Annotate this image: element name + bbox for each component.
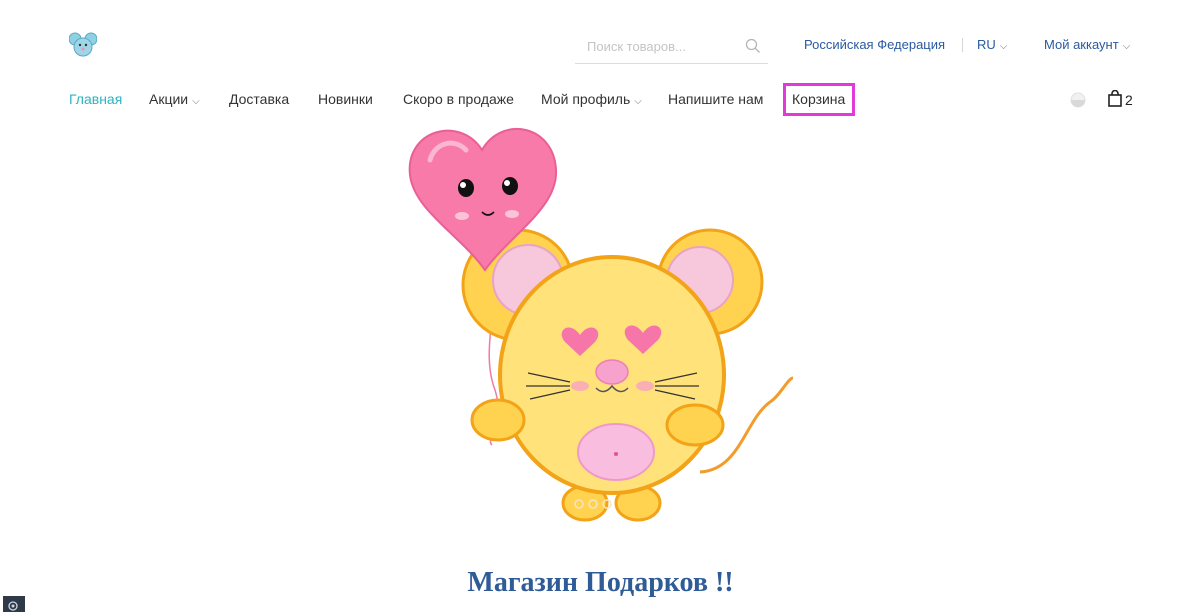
nav-item-coming-soon[interactable]: Скоро в продаже bbox=[403, 91, 514, 107]
divider bbox=[962, 38, 963, 52]
theme-toggle-icon[interactable] bbox=[1070, 92, 1086, 108]
country-label: Российская Федерация bbox=[804, 37, 946, 52]
search-input[interactable] bbox=[587, 36, 737, 56]
nav-item-label: Новинки bbox=[318, 91, 373, 107]
account-label: Мой аккаунт bbox=[1044, 37, 1119, 52]
search-icon[interactable] bbox=[745, 38, 761, 54]
page-title: Магазин Подарков !! bbox=[467, 567, 734, 598]
nav-item-home[interactable]: Главная bbox=[69, 91, 122, 107]
nav-item-label: Корзина bbox=[792, 91, 846, 107]
language-selector[interactable]: RU ⌵ bbox=[977, 37, 1007, 52]
nav-item-new[interactable]: Новинки bbox=[318, 91, 373, 107]
account-menu[interactable]: Мой аккаунт ⌵ bbox=[1044, 37, 1130, 52]
language-label: RU bbox=[977, 37, 996, 52]
chevron-down-icon: ⌵ bbox=[634, 96, 642, 107]
country-selector[interactable]: Российская Федерация bbox=[804, 37, 945, 52]
logo-mouse-icon[interactable] bbox=[69, 31, 97, 59]
slider-dots[interactable] bbox=[573, 498, 633, 510]
nav-item-profile[interactable]: Мой профиль ⌵ bbox=[541, 91, 642, 107]
chevron-down-icon: ⌵ bbox=[999, 41, 1008, 52]
nav-item-label: Мой профиль bbox=[541, 91, 631, 107]
chevron-down-icon: ⌵ bbox=[1122, 41, 1131, 52]
nav-item-promotions[interactable]: Акции ⌵ bbox=[149, 91, 200, 107]
chevron-down-icon: ⌵ bbox=[192, 96, 200, 107]
hero-mouse-illustration bbox=[408, 127, 794, 522]
nav-item-label: Напишите нам bbox=[668, 91, 764, 107]
nav-item-label: Доставка bbox=[229, 91, 290, 107]
nav-item-label: Скоро в продаже bbox=[403, 91, 514, 107]
nav-item-delivery[interactable]: Доставка bbox=[229, 91, 289, 107]
search-box bbox=[575, 30, 768, 64]
nav-item-label: Акции bbox=[149, 91, 189, 107]
nav-item-label: Главная bbox=[69, 91, 123, 107]
shopping-bag-icon[interactable] bbox=[1108, 90, 1122, 107]
cart-count: 2 bbox=[1125, 92, 1133, 108]
nav-item-contact[interactable]: Напишите нам bbox=[668, 91, 763, 107]
nav-item-cart[interactable]: Корзина bbox=[792, 91, 845, 107]
gear-icon[interactable] bbox=[3, 596, 25, 612]
